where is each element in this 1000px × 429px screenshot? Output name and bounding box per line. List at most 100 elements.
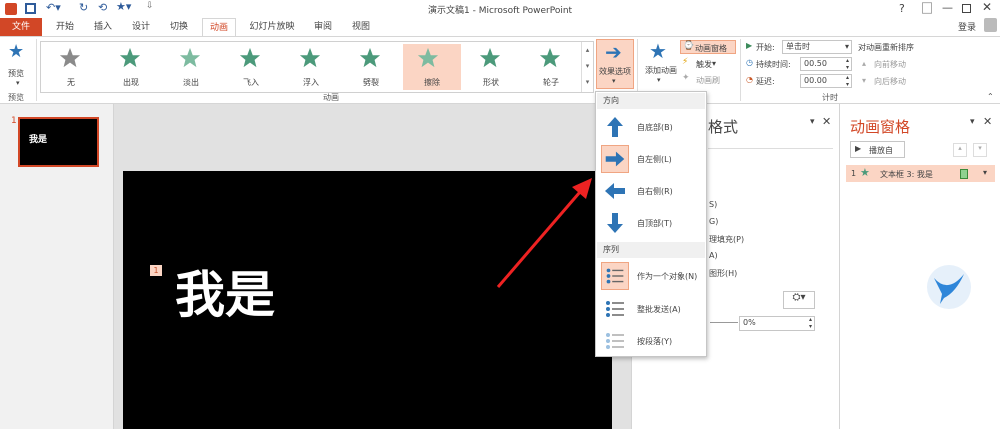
redo-icon[interactable]: ↻ bbox=[79, 1, 88, 14]
arrow-up-icon bbox=[601, 113, 629, 141]
collapse-ribbon-icon[interactable]: ⌃ bbox=[987, 92, 994, 101]
format-option[interactable]: A) bbox=[709, 251, 718, 260]
gallery-label: 飞入 bbox=[243, 78, 259, 87]
slider-track[interactable] bbox=[710, 322, 738, 323]
undo-icon[interactable]: ↶▾ bbox=[46, 1, 61, 14]
gallery-item-appear[interactable]: 出现 bbox=[105, 44, 157, 90]
gallery-item-split[interactable]: 劈裂 bbox=[345, 44, 397, 90]
direction-label: 自底部(B) bbox=[637, 123, 673, 132]
close-icon[interactable]: ✕ bbox=[822, 115, 831, 128]
gallery-item-none[interactable]: 无 bbox=[45, 44, 97, 90]
close-icon[interactable]: ✕ bbox=[983, 115, 992, 128]
direction-from-right[interactable]: 自右侧(R) bbox=[597, 175, 705, 207]
direction-from-top[interactable]: 自顶部(T) bbox=[597, 207, 705, 239]
ribbon: ★ 预览 ▾ 预览 无 出现 淡出 飞入 浮入 劈裂 擦除 形状 轮子 ▴ ▾ … bbox=[0, 36, 1000, 104]
slide-thumbnail[interactable]: 我是 bbox=[18, 117, 99, 167]
preview-star-icon: ★ bbox=[8, 41, 25, 62]
transparency-input[interactable]: 0% ▴ ▾ bbox=[739, 316, 815, 331]
divider bbox=[740, 39, 741, 101]
arrow-left-icon bbox=[601, 177, 629, 205]
avatar[interactable] bbox=[984, 18, 997, 32]
star-icon[interactable]: ★▾ bbox=[116, 0, 131, 13]
tab-slideshow[interactable]: 幻灯片放映 bbox=[244, 18, 300, 36]
login-link[interactable]: 登录 bbox=[958, 20, 976, 33]
sequence-by-paragraph[interactable]: 按段落(Y) bbox=[597, 325, 705, 357]
add-animation-label: 添加动画 bbox=[645, 66, 677, 75]
gallery-item-shape[interactable]: 形状 bbox=[465, 44, 517, 90]
tab-transitions[interactable]: 切换 bbox=[164, 18, 194, 36]
effect-options-label: 效果选项 bbox=[599, 67, 631, 76]
chevron-down-icon[interactable]: ▾ bbox=[970, 117, 975, 127]
maximize-icon[interactable] bbox=[962, 4, 971, 13]
gallery-item-fade[interactable]: 淡出 bbox=[165, 44, 217, 90]
ribbon-display-icon[interactable] bbox=[922, 2, 932, 14]
add-animation-button[interactable]: ★ 添加动画 ▾ bbox=[641, 39, 679, 89]
move-earlier-button[interactable]: 向前移动 bbox=[874, 59, 906, 70]
animation-painter-button[interactable]: ✦ 动画刷 bbox=[682, 73, 732, 87]
star-float-icon bbox=[299, 47, 321, 68]
down-arrow-icon: ▾ bbox=[862, 76, 867, 85]
tab-animations[interactable]: 动画 bbox=[202, 18, 236, 36]
sequence-as-one-object[interactable]: 作为一个对象(N) bbox=[597, 260, 705, 292]
chevron-down-icon[interactable]: ▾ bbox=[810, 117, 815, 127]
move-up-button[interactable]: ▴ bbox=[953, 143, 967, 157]
preview-button[interactable]: ★ 预览 ▾ bbox=[4, 41, 34, 91]
gallery-scroll[interactable]: ▴ ▾ ▾ bbox=[581, 42, 593, 92]
star-split-icon bbox=[359, 47, 381, 68]
start-select[interactable]: 单击时 ▾ bbox=[782, 40, 852, 54]
close-icon[interactable]: ✕ bbox=[982, 0, 992, 14]
color-picker[interactable]: ⛭▾ bbox=[783, 291, 815, 309]
play-icon: ▶ bbox=[746, 41, 753, 50]
animation-gallery: 无 出现 淡出 飞入 浮入 劈裂 擦除 形状 轮子 ▴ ▾ ▾ bbox=[40, 41, 594, 93]
animation-list-item[interactable]: 1 ★ 文本框 3: 我是 ▾ bbox=[846, 165, 995, 182]
thumbnail-number: 1 bbox=[11, 116, 17, 126]
animation-pane-button[interactable]: ⌚ 动画窗格 bbox=[680, 40, 736, 54]
format-option[interactable]: S) bbox=[709, 200, 717, 209]
trigger-button[interactable]: ⚡ 触发 ▾ bbox=[682, 57, 732, 71]
item-label: 文本框 3: 我是 bbox=[880, 170, 933, 179]
sequence-all-at-once[interactable]: 整批发送(A) bbox=[597, 293, 705, 325]
tab-design[interactable]: 设计 bbox=[126, 18, 156, 36]
gallery-label: 无 bbox=[67, 78, 75, 87]
tab-home[interactable]: 开始 bbox=[50, 18, 80, 36]
play-from-button[interactable]: ▶ 播放自 bbox=[850, 141, 905, 158]
save-icon[interactable] bbox=[25, 3, 36, 14]
gallery-label: 擦除 bbox=[424, 78, 440, 87]
sequence-header: 序列 bbox=[597, 242, 705, 258]
tab-review[interactable]: 审阅 bbox=[308, 18, 338, 36]
tab-view[interactable]: 视图 bbox=[346, 18, 376, 36]
gallery-label: 轮子 bbox=[543, 78, 559, 87]
help-icon[interactable]: ? bbox=[899, 2, 905, 15]
tab-file[interactable]: 文件 bbox=[0, 18, 42, 36]
format-option[interactable]: G) bbox=[709, 217, 718, 226]
direction-from-bottom[interactable]: 自底部(B) bbox=[597, 111, 705, 143]
divider bbox=[708, 148, 833, 149]
slide-text[interactable]: 我是 bbox=[175, 265, 275, 325]
chevron-down-icon[interactable]: ▾ bbox=[983, 168, 987, 177]
spinner-icon[interactable]: ▴ ▾ bbox=[846, 74, 849, 88]
lightning-icon: ⚡ bbox=[682, 57, 689, 67]
move-down-button[interactable]: ▾ bbox=[973, 143, 987, 157]
move-later-button[interactable]: 向后移动 bbox=[874, 76, 906, 87]
star-burst-icon bbox=[119, 47, 141, 68]
bird-logo-icon bbox=[927, 265, 971, 309]
direction-header: 方向 bbox=[597, 93, 705, 109]
gallery-item-fly-in[interactable]: 飞入 bbox=[225, 44, 277, 90]
format-option[interactable]: 图形(H) bbox=[709, 268, 737, 279]
animation-tag[interactable]: 1 bbox=[150, 265, 162, 276]
duration-input[interactable]: 00.50 ▴ ▾ bbox=[800, 57, 852, 71]
customize-qat-icon[interactable]: ⇩ bbox=[146, 1, 154, 11]
arrow-down-icon bbox=[601, 209, 629, 237]
quick-access-icon[interactable]: ⟲ bbox=[98, 1, 107, 14]
gallery-item-wheel[interactable]: 轮子 bbox=[525, 44, 577, 90]
spinner-icon[interactable]: ▴ ▾ bbox=[809, 316, 812, 330]
format-option[interactable]: 理填充(P) bbox=[709, 234, 744, 245]
minimize-icon[interactable]: — bbox=[942, 1, 953, 14]
effect-options-button[interactable]: ➔ 效果选项 ▾ bbox=[596, 39, 634, 89]
tab-insert[interactable]: 插入 bbox=[88, 18, 118, 36]
spinner-icon[interactable]: ▴ ▾ bbox=[846, 57, 849, 71]
direction-from-left[interactable]: 自左侧(L) bbox=[597, 143, 705, 175]
delay-input[interactable]: 00.00 ▴ ▾ bbox=[800, 74, 852, 88]
gallery-item-float-in[interactable]: 浮入 bbox=[285, 44, 337, 90]
gallery-item-wipe[interactable]: 擦除 bbox=[403, 44, 461, 90]
